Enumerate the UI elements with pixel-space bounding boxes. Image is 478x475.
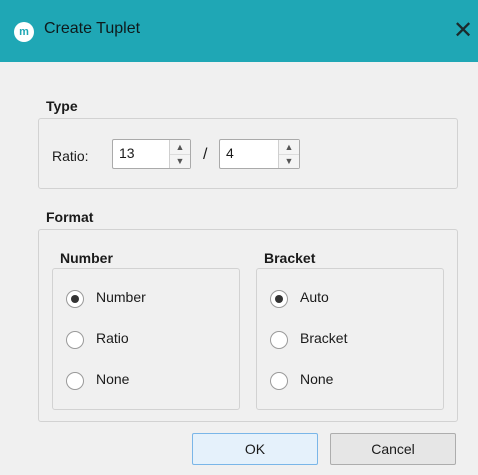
radio-label[interactable]: None xyxy=(96,371,129,387)
radio-label[interactable]: Auto xyxy=(300,289,329,305)
ratio-label: Ratio: xyxy=(52,148,89,164)
denominator-value[interactable]: 4 xyxy=(226,145,234,161)
radio-selected-dot xyxy=(71,295,79,303)
numerator-value[interactable]: 13 xyxy=(119,145,135,161)
ratio-numerator-spinbox[interactable]: 13 ▲ ▼ xyxy=(112,139,191,169)
radio-label[interactable]: None xyxy=(300,371,333,387)
radio-button[interactable] xyxy=(270,331,288,349)
dialog-title: Create Tuplet xyxy=(44,20,141,37)
type-group-title: Type xyxy=(42,98,82,114)
denominator-down-arrow-icon[interactable]: ▼ xyxy=(279,154,299,168)
title-bar: m Create Tuplet ✕ xyxy=(0,0,478,62)
format-group-title: Format xyxy=(42,209,98,225)
numerator-stepper: ▲ ▼ xyxy=(169,140,190,168)
musescore-app-icon: m xyxy=(14,22,34,42)
cancel-button[interactable]: Cancel xyxy=(330,433,456,465)
radio-label[interactable]: Number xyxy=(96,289,146,305)
radio-button[interactable] xyxy=(270,372,288,390)
create-tuplet-dialog: m Create Tuplet ✕ Type Ratio: 13 ▲ ▼ / 4… xyxy=(0,0,478,475)
numerator-down-arrow-icon[interactable]: ▼ xyxy=(170,154,190,168)
radio-label[interactable]: Bracket xyxy=(300,330,347,346)
number-group-title: Number xyxy=(56,250,117,266)
radio-button[interactable] xyxy=(66,290,84,308)
radio-label[interactable]: Ratio xyxy=(96,330,129,346)
denominator-stepper: ▲ ▼ xyxy=(278,140,299,168)
close-icon[interactable]: ✕ xyxy=(448,15,478,47)
radio-button[interactable] xyxy=(270,290,288,308)
ok-button[interactable]: OK xyxy=(192,433,318,465)
ratio-separator: / xyxy=(203,146,208,163)
radio-selected-dot xyxy=(275,295,283,303)
radio-button[interactable] xyxy=(66,331,84,349)
radio-button[interactable] xyxy=(66,372,84,390)
denominator-up-arrow-icon[interactable]: ▲ xyxy=(279,140,299,155)
ratio-denominator-spinbox[interactable]: 4 ▲ ▼ xyxy=(219,139,300,169)
numerator-up-arrow-icon[interactable]: ▲ xyxy=(170,140,190,155)
bracket-group-title: Bracket xyxy=(260,250,320,266)
